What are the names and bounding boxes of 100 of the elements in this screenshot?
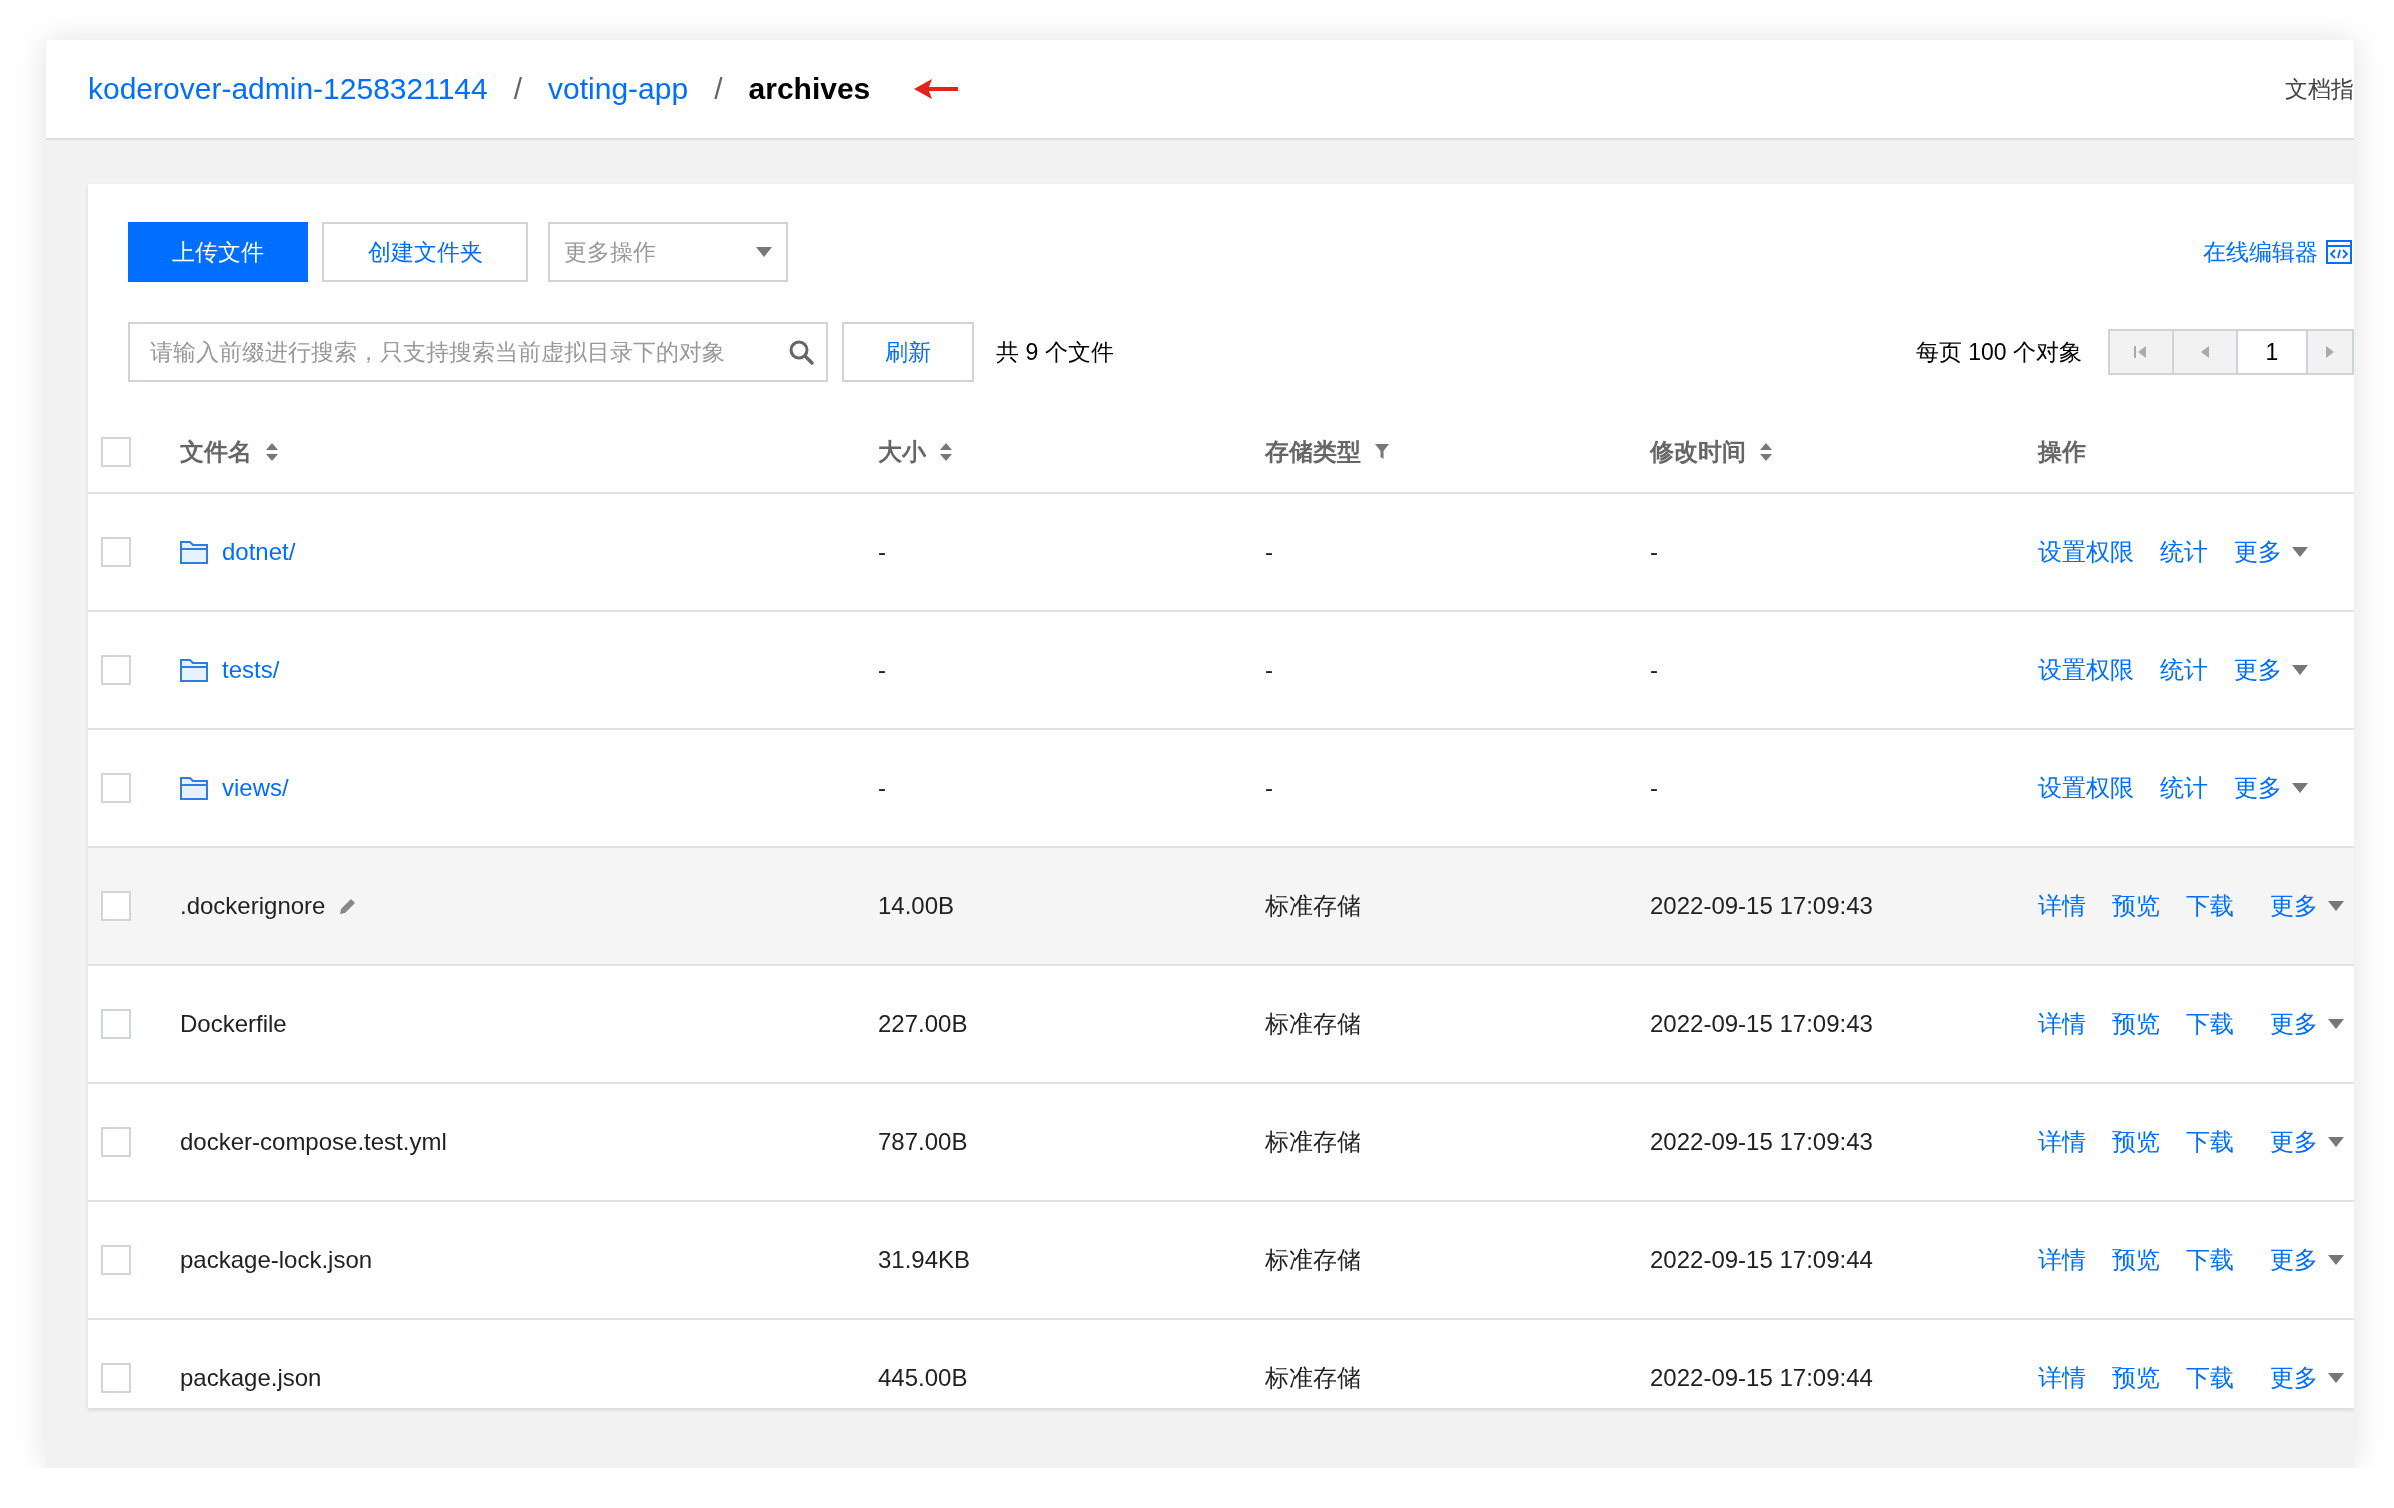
row-checkbox[interactable] xyxy=(101,655,131,685)
modified-time-cell-text: 2022-09-15 17:09:43 xyxy=(1650,1128,1874,1156)
select-all-checkbox[interactable] xyxy=(101,437,131,467)
size-cell-text: 31.94KB xyxy=(878,1246,972,1274)
storage-class-cell-text: 标准存储 xyxy=(1265,1245,1362,1275)
action-link[interactable]: 设置权限 xyxy=(2038,772,2134,804)
more-dropdown[interactable]: 更多 xyxy=(2270,1362,2344,1394)
modified-time-cell-text: - xyxy=(1650,774,1659,802)
size-cell-text: - xyxy=(878,774,887,802)
action-link[interactable]: 设置权限 xyxy=(2038,654,2134,686)
more-dropdown[interactable]: 更多 xyxy=(2270,1126,2344,1158)
caret-icon xyxy=(2328,1373,2344,1383)
column-header: 修改时间 xyxy=(1650,437,1746,467)
action-link[interactable]: 下载 xyxy=(2186,890,2234,922)
search-field[interactable]: 请输入前缀进行搜索，只支持搜索当前虚拟目录下的对象 xyxy=(128,322,828,382)
folder-link[interactable]: tests/ xyxy=(222,656,280,684)
action-link[interactable]: 预览 xyxy=(2112,1362,2160,1394)
breadcrumb-link[interactable]: voting-app xyxy=(548,72,689,106)
action-link[interactable]: 详情 xyxy=(2038,890,2086,922)
row-checkbox[interactable] xyxy=(101,1127,131,1157)
action-link[interactable]: 统计 xyxy=(2160,536,2208,568)
first-page-button[interactable] xyxy=(2110,331,2174,373)
more-dropdown[interactable]: 更多 xyxy=(2270,1244,2344,1276)
folder-icon xyxy=(180,540,208,564)
action-link[interactable]: 详情 xyxy=(2038,1244,2086,1276)
action-link[interactable]: 详情 xyxy=(2038,1008,2086,1040)
action-link[interactable]: 预览 xyxy=(2112,890,2160,922)
search-icon xyxy=(788,339,814,365)
annotation-arrow xyxy=(914,79,959,99)
folder-icon xyxy=(180,658,208,682)
row-checkbox[interactable] xyxy=(101,891,131,921)
folder-link[interactable]: dotnet/ xyxy=(222,538,296,566)
upload-button[interactable]: 上传文件 xyxy=(128,222,308,282)
storage-class-cell-text: - xyxy=(1265,656,1274,684)
more-dropdown[interactable]: 更多 xyxy=(2234,536,2308,568)
caret-icon xyxy=(2328,1137,2344,1147)
action-link[interactable]: 下载 xyxy=(2186,1362,2234,1394)
storage-class-cell-text: 标准存储 xyxy=(1265,1127,1362,1157)
modified-time-cell-text: - xyxy=(1650,656,1659,684)
caret-icon xyxy=(2328,901,2344,911)
previous-page-button[interactable] xyxy=(2174,331,2238,373)
folder-icon xyxy=(180,776,208,800)
action-link[interactable]: 预览 xyxy=(2112,1008,2160,1040)
online-editor-link[interactable]: 在线编辑器 xyxy=(2203,236,2352,268)
size-cell-text: 787.00B xyxy=(878,1128,969,1156)
more-actions-dropdown[interactable]: 更多操作 xyxy=(548,222,788,282)
caret-icon xyxy=(2292,783,2308,793)
breadcrumb-separator: / xyxy=(714,72,723,106)
refresh-button[interactable]: 刷新 xyxy=(842,322,974,382)
file-name: .dockerignore xyxy=(180,892,326,920)
action-link[interactable]: 下载 xyxy=(2186,1126,2234,1158)
more-dropdown[interactable]: 更多 xyxy=(2234,772,2308,804)
breadcrumb-separator: / xyxy=(513,72,523,106)
action-link[interactable]: 统计 xyxy=(2160,654,2208,686)
modified-time-cell-text: 2022-09-15 17:09:43 xyxy=(1650,1010,1874,1038)
storage-class-cell-text: - xyxy=(1265,774,1274,802)
more-dropdown[interactable]: 更多 xyxy=(2270,890,2344,922)
action-link[interactable]: 下载 xyxy=(2186,1008,2234,1040)
modified-time-cell-text: 2022-09-15 17:09:44 xyxy=(1650,1246,1874,1274)
modified-time-cell-text: - xyxy=(1650,538,1659,566)
size-cell-text: 227.00B xyxy=(878,1010,969,1038)
docs-link[interactable]: 文档指 xyxy=(2285,73,2354,105)
action-link[interactable]: 预览 xyxy=(2112,1126,2160,1158)
storage-class-cell-text: 标准存储 xyxy=(1265,1363,1362,1393)
action-link[interactable]: 详情 xyxy=(2038,1362,2086,1394)
next-page-button[interactable] xyxy=(2308,331,2352,373)
column-header: 存储类型 xyxy=(1265,437,1361,467)
action-link[interactable]: 预览 xyxy=(2112,1244,2160,1276)
caret-icon xyxy=(756,247,772,257)
storage-class-cell-text: - xyxy=(1265,538,1274,566)
sort-icon xyxy=(940,443,952,461)
more-dropdown[interactable]: 更多 xyxy=(2270,1008,2344,1040)
caret-icon xyxy=(2292,665,2308,675)
row-checkbox[interactable] xyxy=(101,1363,131,1393)
size-cell-text: 14.00B xyxy=(878,892,956,920)
action-link[interactable]: 设置权限 xyxy=(2038,536,2134,568)
more-dropdown[interactable]: 更多 xyxy=(2234,654,2308,686)
breadcrumb-current: archives xyxy=(748,72,871,106)
modified-time-cell-text: 2022-09-15 17:09:44 xyxy=(1650,1364,1874,1392)
page-size-label: 每页 100 个对象 xyxy=(1915,337,2082,367)
size-cell-text: - xyxy=(878,538,887,566)
folder-link[interactable]: views/ xyxy=(222,774,289,802)
action-link[interactable]: 下载 xyxy=(2186,1244,2234,1276)
column-header: 文件名 xyxy=(180,437,252,467)
code-icon xyxy=(2326,240,2352,264)
row-checkbox[interactable] xyxy=(101,773,131,803)
row-checkbox[interactable] xyxy=(101,537,131,567)
file-name: Dockerfile xyxy=(180,1010,287,1038)
caret-icon xyxy=(2328,1019,2344,1029)
row-checkbox[interactable] xyxy=(101,1009,131,1039)
caret-icon xyxy=(2292,547,2308,557)
row-checkbox[interactable] xyxy=(101,1245,131,1275)
create-folder-button[interactable]: 创建文件夹 xyxy=(322,222,528,282)
action-link[interactable]: 统计 xyxy=(2160,772,2208,804)
caret-icon xyxy=(2328,1255,2344,1265)
action-link[interactable]: 详情 xyxy=(2038,1126,2086,1158)
size-cell-text: - xyxy=(878,656,887,684)
size-cell-text: 445.00B xyxy=(878,1364,969,1392)
breadcrumb-link[interactable]: koderover-admin-1258321144 xyxy=(88,72,488,106)
column-header: 操作 xyxy=(2038,437,2086,467)
